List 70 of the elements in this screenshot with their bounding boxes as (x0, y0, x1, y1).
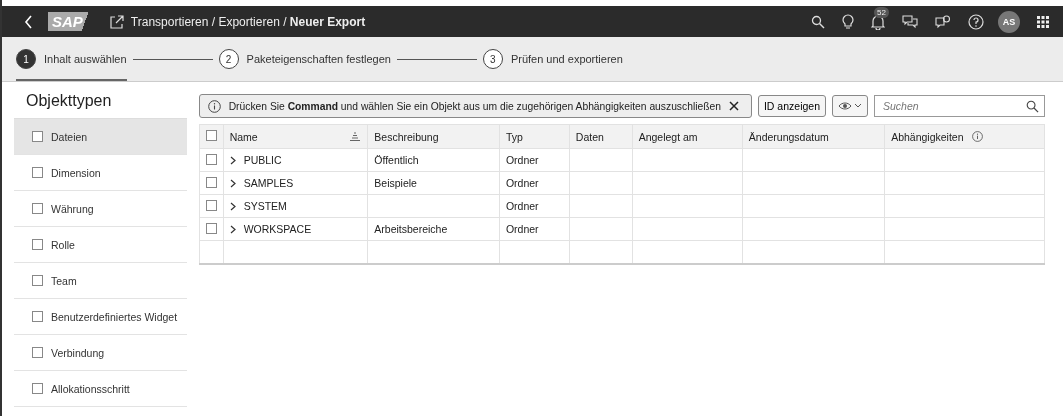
close-icon[interactable] (728, 101, 739, 111)
row-checkbox[interactable] (205, 222, 217, 234)
item-label: Benutzerdefiniertes Widget (51, 310, 178, 323)
search-field[interactable]: Suchen (874, 95, 1045, 117)
item-label: Verbindung (51, 346, 105, 359)
breadcrumb: Transportieren / Exportieren / Neuer Export (130, 14, 366, 29)
info-icon[interactable] (971, 131, 983, 142)
message-text: Drücken Sie Command und wählen Sie ein Objekt aus um die zugehörigen Abhängigkeiten auszuschließen (228, 100, 721, 112)
user-avatar[interactable]: AS (998, 10, 1020, 33)
search-icon[interactable] (811, 14, 825, 29)
grid-menu-icon[interactable] (1037, 15, 1049, 28)
expand-icon[interactable] (229, 178, 236, 188)
column-header[interactable]: Typ (505, 130, 523, 143)
table-cell: Arbeitsbereiche (374, 223, 448, 235)
share-icon (108, 13, 125, 30)
checkbox[interactable] (32, 275, 43, 286)
expand-icon[interactable] (229, 155, 236, 165)
item-label: Währung (51, 202, 94, 215)
info-icon (207, 99, 221, 113)
wizard-step[interactable]: 2 Paketeigenschaften festlegen (218, 37, 391, 81)
show-id-button[interactable]: ID anzeigen (757, 95, 826, 117)
table-cell: Beispiele (374, 177, 417, 189)
lightbulb-icon[interactable] (842, 13, 854, 30)
eye-icon (838, 101, 862, 111)
table-cell: SYSTEM (243, 200, 287, 212)
table-cell: SAMPLES (243, 177, 294, 189)
notification-badge: 52 (874, 6, 889, 18)
table-cell: WORKSPACE (243, 223, 312, 235)
table-cell: Ordner (505, 200, 539, 212)
expand-icon[interactable] (229, 201, 236, 211)
checkbox[interactable] (32, 347, 43, 358)
sidebar-item[interactable]: Währung (14, 191, 187, 227)
checkbox[interactable] (32, 311, 43, 322)
table-cell: Ordner (505, 154, 539, 166)
item-label: Allokationsschritt (51, 382, 130, 395)
item-label: Team (51, 274, 77, 287)
expand-icon[interactable] (229, 224, 236, 234)
checkbox[interactable] (32, 203, 43, 214)
checkbox[interactable] (32, 167, 43, 178)
table-cell: Öffentlich (374, 154, 419, 166)
item-label: Dimension (51, 166, 101, 179)
sort-icon[interactable] (349, 131, 362, 142)
feedback-icon[interactable] (935, 14, 951, 29)
sidebar-item[interactable]: Benutzerdefiniertes Widget (14, 299, 187, 335)
row-checkbox[interactable] (205, 199, 217, 211)
item-label: Dateien (51, 130, 88, 143)
checkbox[interactable] (32, 239, 43, 250)
row-checkbox[interactable] (205, 176, 217, 188)
back-icon[interactable] (24, 14, 34, 29)
column-header[interactable]: Name (229, 130, 258, 143)
view-menu-button[interactable] (832, 95, 868, 117)
item-label: Rolle (51, 238, 75, 251)
table-cell: PUBLIC (243, 154, 282, 166)
sidebar-item[interactable]: Dimension (14, 155, 187, 191)
table-cell: Ordner (505, 177, 539, 189)
select-all-checkbox[interactable] (205, 130, 217, 141)
wizard-step[interactable]: 1 Inhalt auswählen (16, 37, 127, 81)
help-icon[interactable] (968, 13, 984, 30)
checkbox[interactable] (32, 383, 43, 394)
wizard-step[interactable]: 3 Prüfen und exportieren (482, 37, 623, 81)
search-icon[interactable] (1026, 100, 1039, 113)
sidebar-item[interactable]: Team (14, 263, 187, 299)
sidebar-item[interactable]: Verbindung (14, 335, 187, 371)
table-cell: Ordner (505, 223, 539, 235)
chat-icon[interactable] (902, 14, 918, 29)
sidebar-item[interactable]: Dateien (14, 119, 187, 155)
row-checkbox[interactable] (205, 153, 217, 165)
sidebar-item[interactable]: Allokationsschritt (14, 371, 187, 407)
checkbox[interactable] (32, 131, 43, 142)
sidebar-item[interactable]: Rolle (14, 227, 187, 263)
